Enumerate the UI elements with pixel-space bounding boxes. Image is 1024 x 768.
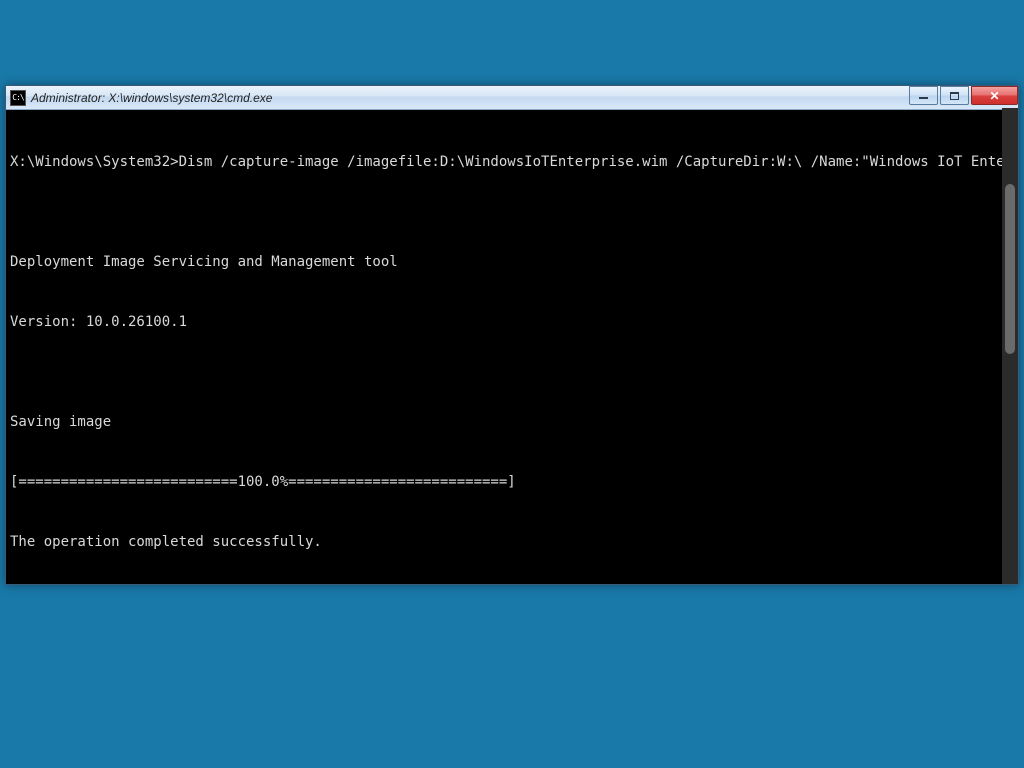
cmd-window: C:\ Administrator: X:\windows\system32\c… [5, 85, 1019, 585]
cmd-icon: C:\ [10, 90, 26, 106]
maximize-icon [950, 92, 959, 100]
vertical-scrollbar[interactable] [1002, 108, 1018, 584]
window-controls: ✕ [907, 86, 1018, 105]
terminal-line: Saving image [10, 412, 1014, 432]
scrollbar-thumb[interactable] [1005, 184, 1015, 354]
minimize-button[interactable] [909, 86, 938, 105]
terminal-line: Deployment Image Servicing and Managemen… [10, 252, 1014, 272]
terminal-line: X:\Windows\System32>Dism /capture-image … [10, 152, 1014, 172]
minimize-icon [919, 97, 928, 99]
close-button[interactable]: ✕ [971, 86, 1018, 105]
close-icon: ✕ [989, 90, 999, 102]
terminal-line: [==========================100.0%=======… [10, 472, 1014, 492]
terminal-line: The operation completed successfully. [10, 532, 1014, 552]
title-bar[interactable]: C:\ Administrator: X:\windows\system32\c… [6, 86, 1018, 110]
terminal-output[interactable]: X:\Windows\System32>Dism /capture-image … [6, 110, 1018, 584]
terminal-line: Version: 10.0.26100.1 [10, 312, 1014, 332]
maximize-button[interactable] [940, 86, 969, 105]
window-title: Administrator: X:\windows\system32\cmd.e… [31, 91, 272, 105]
